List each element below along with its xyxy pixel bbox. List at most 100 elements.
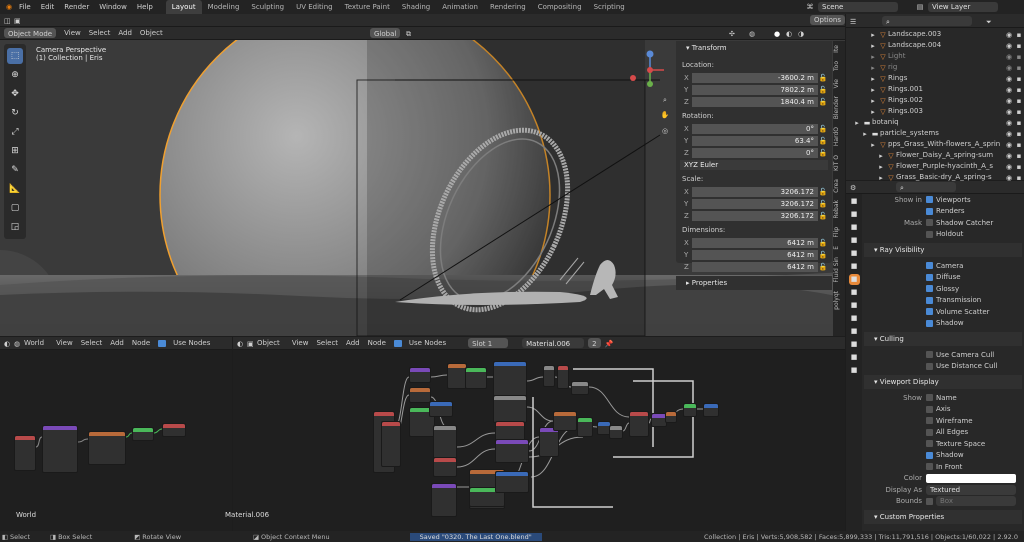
shader-node[interactable] <box>433 457 457 477</box>
menu-edit[interactable]: Edit <box>36 0 60 14</box>
expand-icon[interactable]: ▸ <box>876 162 886 172</box>
property-checkbox[interactable] <box>926 319 933 327</box>
tab-sculpting[interactable]: Sculpting <box>245 0 290 14</box>
menu-file[interactable]: File <box>14 0 36 14</box>
tab-layout[interactable]: Layout <box>165 0 202 14</box>
particles-tab-icon[interactable]: ■ <box>849 300 860 311</box>
property-checkbox[interactable] <box>926 308 933 316</box>
shader-node[interactable] <box>577 417 593 437</box>
measure-tool-icon[interactable]: 📐 <box>7 181 23 197</box>
tool-tab-icon[interactable]: ■ <box>849 196 860 207</box>
property-checkbox[interactable] <box>926 362 933 370</box>
select-mode-icon[interactable]: ▣ <box>10 15 21 25</box>
shader-node[interactable] <box>683 403 697 417</box>
visibility-eye-icon[interactable]: ◉ <box>1004 96 1014 106</box>
scene-field[interactable]: Scene <box>818 2 898 12</box>
world-tab-icon[interactable]: ■ <box>849 261 860 272</box>
pan-hand-icon[interactable]: ✋ <box>660 110 670 120</box>
constraints-tab-icon[interactable]: ■ <box>849 326 860 337</box>
lock-icon[interactable]: 🔓 <box>818 73 828 83</box>
visibility-eye-icon[interactable]: ◉ <box>1004 140 1014 150</box>
expand-icon[interactable]: ▸ <box>868 63 878 73</box>
shader-node[interactable] <box>539 427 559 457</box>
shader-node[interactable] <box>465 367 487 389</box>
viewport-menu-add[interactable]: Add <box>114 27 136 40</box>
outliner-item[interactable]: ▸ ▬ particle_systems ◉ ▪ <box>846 128 1024 139</box>
location-x-field[interactable]: -3600.2 m <box>692 72 818 83</box>
property-checkbox[interactable] <box>926 405 933 413</box>
visibility-eye-icon[interactable]: ◉ <box>1004 162 1014 172</box>
physics-tab-icon[interactable]: ■ <box>849 313 860 324</box>
bounds-checkbox[interactable] <box>926 497 933 505</box>
tab-shading[interactable]: Shading <box>396 0 436 14</box>
expand-icon[interactable]: ▸ <box>868 41 878 51</box>
render-camera-icon[interactable]: ▪ <box>1014 52 1024 62</box>
outliner-item[interactable]: ▸ ▽ Landscape.003 ◉ ▪ <box>846 29 1024 40</box>
outliner-item[interactable]: ▸ ▽ Landscape.004 ◉ ▪ <box>846 40 1024 51</box>
expand-icon[interactable]: ▸ <box>868 74 878 84</box>
rotate-tool-icon[interactable]: ↻ <box>7 105 23 121</box>
shading-solid-icon[interactable]: ● <box>770 28 780 38</box>
render-camera-icon[interactable]: ▪ <box>1014 63 1024 73</box>
visibility-eye-icon[interactable]: ◉ <box>1004 74 1014 84</box>
shader-node[interactable] <box>495 471 529 493</box>
navigation-gizmo[interactable] <box>630 50 664 90</box>
outliner-item[interactable]: ▸ ▽ Rings.002 ◉ ▪ <box>846 95 1024 106</box>
orientation-dropdown[interactable]: Global <box>370 28 401 38</box>
property-checkbox[interactable] <box>926 296 933 304</box>
shader-node[interactable] <box>629 411 649 437</box>
render-camera-icon[interactable]: ▪ <box>1014 107 1024 117</box>
outliner-item[interactable]: ▸ ▽ Rings.003 ◉ ▪ <box>846 106 1024 117</box>
expand-icon[interactable]: ▸ <box>860 129 870 139</box>
render-camera-icon[interactable]: ▪ <box>1014 41 1024 51</box>
gizmo-icon[interactable]: ✣ <box>725 28 735 38</box>
view-layer-field[interactable]: View Layer <box>928 2 998 12</box>
display-as-dropdown[interactable]: Textured <box>926 484 1016 495</box>
shading-material-icon[interactable]: ◐ <box>782 28 792 38</box>
outliner-item[interactable]: ▸ ▽ rig ◉ ▪ <box>846 62 1024 73</box>
property-checkbox[interactable] <box>926 351 933 359</box>
shader-node[interactable] <box>571 381 589 395</box>
viewport-menu-view[interactable]: View <box>60 27 85 40</box>
npanel-tab[interactable]: Rebak <box>833 196 840 223</box>
location-y-field[interactable]: 7802.2 m <box>692 84 818 95</box>
render-camera-icon[interactable]: ▪ <box>1014 129 1024 139</box>
render-camera-icon[interactable]: ▪ <box>1014 30 1024 40</box>
npanel-tab[interactable]: Ite <box>833 41 840 57</box>
properties-search[interactable]: ⌕ <box>896 182 956 192</box>
tab-rendering[interactable]: Rendering <box>484 0 532 14</box>
menu-help[interactable]: Help <box>132 0 158 14</box>
panel-header[interactable]: ▾ Culling <box>864 332 1022 346</box>
outliner-item[interactable]: ▸ ▽ Rings ◉ ▪ <box>846 73 1024 84</box>
annotate-tool-icon[interactable]: ✎ <box>7 162 23 178</box>
property-checkbox[interactable] <box>926 230 933 238</box>
lock-icon[interactable]: 🔓 <box>818 238 828 248</box>
filter-icon[interactable]: ⏷ <box>982 16 992 26</box>
move-tool-icon[interactable]: ✥ <box>7 86 23 102</box>
lock-icon[interactable]: 🔓 <box>818 148 828 158</box>
lock-icon[interactable]: 🔓 <box>818 187 828 197</box>
render-camera-icon[interactable]: ▪ <box>1014 85 1024 95</box>
expand-icon[interactable]: ▸ <box>868 30 878 40</box>
outliner-item[interactable]: ▸ ▽ Light ◉ ▪ <box>846 51 1024 62</box>
panel-header[interactable]: ▾ Ray Visibility <box>864 243 1022 257</box>
npanel-tab[interactable]: Flip <box>833 223 840 242</box>
render-camera-icon[interactable]: ▪ <box>1014 118 1024 128</box>
npanel-tab[interactable]: Too <box>833 57 840 75</box>
render-tab-icon[interactable]: ■ <box>849 209 860 220</box>
panel-header[interactable]: ▾ Custom Properties <box>864 510 1022 524</box>
location-z-field[interactable]: 1840.4 m <box>692 96 818 107</box>
outliner-item[interactable]: ▸ ▽ Flower_Daisy_A_spring-sum ◉ ▪ <box>846 150 1024 161</box>
npanel-tab[interactable]: polyqt <box>833 287 840 314</box>
tab-scripting[interactable]: Scripting <box>588 0 631 14</box>
dimensions-z-field[interactable]: 6412 m <box>692 261 818 272</box>
expand-icon[interactable]: ▸ <box>868 96 878 106</box>
shading-render-icon[interactable]: ◑ <box>794 28 804 38</box>
outliner-search[interactable]: ⌕ <box>882 15 972 26</box>
tab-compositing[interactable]: Compositing <box>532 0 588 14</box>
dimensions-x-field[interactable]: 6412 m <box>692 237 818 248</box>
property-checkbox[interactable] <box>926 417 933 425</box>
scale-y-field[interactable]: 3206.172 <box>692 198 818 209</box>
shader-node[interactable] <box>447 363 467 389</box>
bounds-dropdown[interactable]: Box <box>936 496 1016 507</box>
